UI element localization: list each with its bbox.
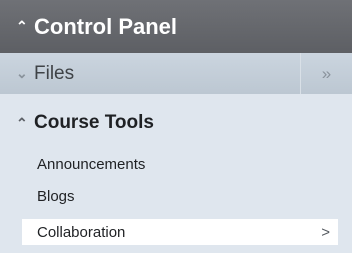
- control-panel: ⌃ Control Panel ⌄ Files » ⌃ Course Tools…: [0, 0, 352, 253]
- tool-item-label: Collaboration: [37, 223, 126, 241]
- course-tools-section: ⌃ Course Tools Announcements Blogs Colla…: [0, 94, 352, 253]
- submenu-arrow-icon: >: [321, 223, 330, 241]
- control-panel-title: Control Panel: [34, 13, 178, 39]
- files-label: Files: [34, 62, 75, 84]
- collapse-chevron-icon: ⌃: [16, 114, 28, 131]
- tool-item-announcements[interactable]: Announcements: [22, 151, 338, 177]
- tool-item-collaboration[interactable]: Collaboration >: [22, 219, 338, 245]
- tool-item-label: Blogs: [37, 187, 75, 205]
- tool-item-blogs[interactable]: Blogs: [22, 183, 338, 209]
- course-tools-title: Course Tools: [34, 112, 154, 133]
- files-expand-icon[interactable]: »: [301, 53, 352, 94]
- course-tools-header[interactable]: ⌃ Course Tools: [16, 112, 154, 134]
- expand-chevron-icon: ⌄: [16, 65, 28, 81]
- files-item[interactable]: ⌄ Files »: [0, 53, 352, 94]
- tool-item-label: Announcements: [37, 155, 146, 173]
- control-panel-header[interactable]: ⌃ Control Panel: [0, 0, 352, 53]
- collapse-chevron-icon: ⌃: [16, 18, 28, 34]
